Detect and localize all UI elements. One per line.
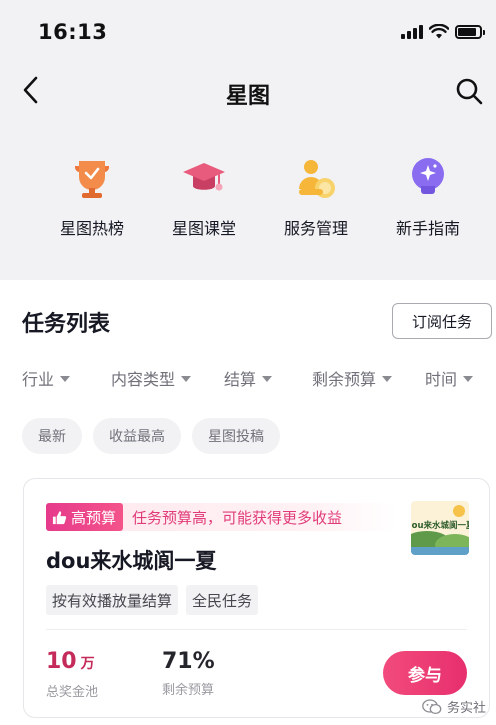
search-icon	[456, 78, 483, 105]
filter-label: 时间	[425, 370, 458, 389]
prize-pool-value: 10 万	[46, 649, 98, 677]
sort-chips: 最新 收益最高 星图投稿	[22, 418, 280, 454]
quick-link-guide[interactable]: 新手指南	[372, 155, 484, 239]
promo-banner: 高预算 任务预算高，可能获得更多收益	[46, 503, 396, 531]
battery-icon	[455, 24, 485, 39]
filter-remaining-budget[interactable]: 剩余预算	[312, 366, 393, 390]
caret-down-icon	[262, 376, 273, 382]
wechat-icon	[422, 698, 442, 714]
filter-label: 结算	[224, 370, 257, 389]
prize-pool-number: 10	[46, 649, 77, 674]
filter-label: 内容类型	[111, 370, 176, 389]
task-card[interactable]: 高预算 任务预算高，可能获得更多收益 dou来水城阆一夏 dou来水城阆一夏 按…	[23, 478, 490, 718]
quick-link-label: 服务管理	[283, 219, 348, 238]
quick-links: 星图热榜 星图课堂 服务管理 新手指南	[0, 155, 496, 239]
promo-badge-label: 高预算	[71, 508, 117, 527]
task-thumbnail: dou来水城阆一夏	[411, 501, 469, 555]
sort-chip-latest[interactable]: 最新	[22, 418, 82, 454]
header-area: 16:13 星图 星图热榜 星图课堂 服务管理 新手指南	[0, 0, 496, 280]
remaining-budget-value: 71%	[162, 649, 215, 674]
filter-label: 剩余预算	[312, 370, 377, 389]
filter-settlement[interactable]: 结算	[224, 366, 273, 390]
caret-down-icon	[382, 376, 393, 382]
section-title: 任务列表	[22, 312, 111, 337]
subscribe-task-button[interactable]: 订阅任务	[392, 303, 492, 339]
trophy-icon	[69, 155, 115, 201]
status-time: 16:13	[38, 20, 108, 44]
prize-pool-stat: 10 万 总奖金池	[46, 649, 98, 700]
task-tag-type: 全民任务	[186, 585, 259, 615]
quick-link-classroom[interactable]: 星图课堂	[148, 155, 260, 239]
search-button[interactable]	[454, 76, 484, 106]
wifi-icon	[429, 24, 449, 39]
status-bar: 16:13	[0, 0, 496, 62]
quick-link-label: 星图课堂	[171, 219, 236, 238]
sort-chip-submissions[interactable]: 星图投稿	[192, 418, 280, 454]
task-tag-settlement: 按有效播放量结算	[46, 585, 179, 615]
quick-link-service[interactable]: 服务管理	[260, 155, 372, 239]
prize-pool-label: 总奖金池	[46, 685, 99, 700]
prize-pool-unit: 万	[80, 656, 95, 672]
filter-industry[interactable]: 行业	[22, 366, 71, 390]
page-title: 星图	[225, 84, 270, 109]
filter-label: 行业	[22, 370, 55, 389]
quick-link-label: 新手指南	[395, 219, 460, 238]
nav-bar: 星图	[0, 62, 496, 120]
task-title: dou来水城阆一夏	[46, 549, 217, 573]
sort-chip-highest-earning[interactable]: 收益最高	[93, 418, 181, 454]
join-button[interactable]: 参与	[383, 651, 467, 695]
divider	[46, 629, 467, 630]
graduation-cap-icon	[181, 155, 227, 201]
task-tags: 按有效播放量结算 全民任务	[46, 585, 259, 615]
caret-down-icon	[463, 376, 474, 382]
watermark-text: 务实社	[446, 701, 486, 716]
filter-time[interactable]: 时间	[425, 366, 474, 390]
high-budget-badge: 高预算	[46, 503, 124, 531]
caret-down-icon	[181, 376, 192, 382]
thumbnail-text: dou来水城阆一夏	[411, 520, 469, 531]
caret-down-icon	[60, 376, 71, 382]
signal-icon	[401, 24, 423, 39]
quick-link-hot-rank[interactable]: 星图热榜	[36, 155, 148, 239]
promo-text: 任务预算高，可能获得更多收益	[132, 508, 343, 527]
quick-link-label: 星图热榜	[59, 219, 124, 238]
service-people-icon	[293, 155, 339, 201]
remaining-budget-stat: 71% 剩余预算	[162, 649, 215, 698]
watermark: 务实社	[422, 697, 486, 716]
remaining-budget-label: 剩余预算	[162, 683, 215, 698]
filter-content-type[interactable]: 内容类型	[111, 366, 192, 390]
status-icons	[401, 24, 485, 39]
filter-bar: 行业 内容类型 结算 剩余预算 时间	[22, 366, 492, 390]
thumbs-up-icon	[52, 510, 67, 524]
lightbulb-icon	[405, 155, 451, 201]
